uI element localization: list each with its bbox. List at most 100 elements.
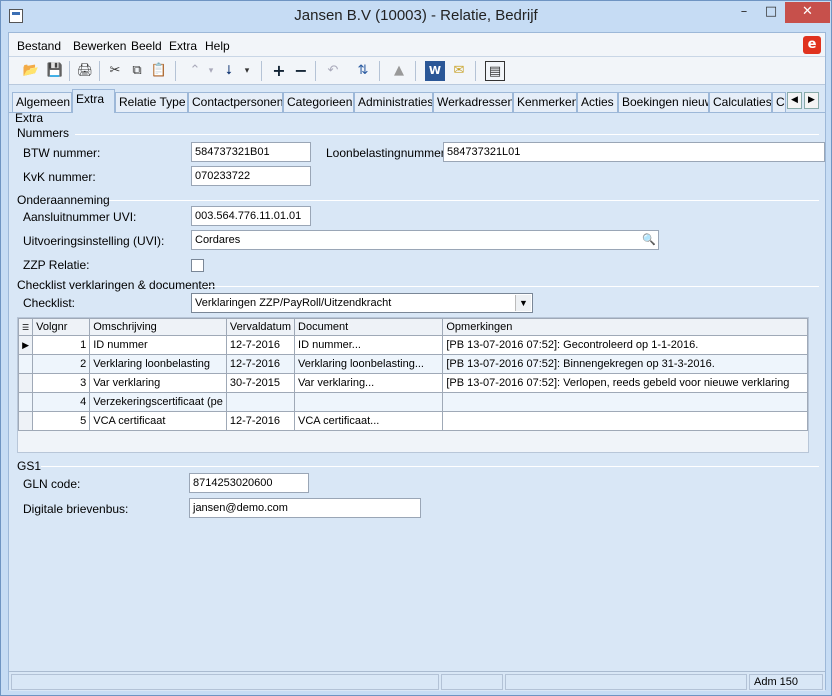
tab-boekingen-nieuw[interactable]: Boekingen nieuw: [618, 92, 709, 112]
uitvoeringsinstelling-label: Uitvoeringsinstelling (UVI):: [23, 234, 165, 248]
menu-help[interactable]: Help: [205, 39, 230, 53]
row-indicator-icon[interactable]: [17, 392, 34, 412]
row-indicator-icon[interactable]: ▶: [17, 335, 34, 355]
tab-scroll-right-icon[interactable]: ▶: [804, 92, 819, 109]
cell-vervaldatum[interactable]: 12-7-2016: [225, 411, 296, 431]
brievenbus-field[interactable]: jansen@demo.com: [189, 498, 421, 518]
cell-document[interactable]: VCA certificaat...: [294, 411, 444, 431]
tab-acties[interactable]: Acties: [577, 92, 618, 112]
btw-label: BTW nummer:: [23, 146, 101, 160]
maximize-button[interactable]: □: [758, 2, 784, 23]
cell-vervaldatum[interactable]: 30-7-2015: [225, 373, 296, 393]
layout-icon[interactable]: ▤: [485, 61, 505, 81]
tab-strip: Algemeen Extra Relatie Type Contactperso…: [9, 89, 825, 113]
previous-dropdown-icon[interactable]: ▾: [201, 61, 221, 81]
row-indicator-icon[interactable]: [17, 411, 34, 431]
undo-icon[interactable]: ↶: [323, 61, 343, 81]
uitvoeringsinstelling-field[interactable]: Cordares 🔍: [191, 230, 659, 250]
cell-volgnr[interactable]: 1: [32, 335, 91, 355]
email-icon[interactable]: ✉: [449, 61, 469, 81]
table-row[interactable]: 3 Var verklaring 30-7-2015 Var verklaring..…: [17, 373, 808, 393]
uvi-field[interactable]: 003.564.776.11.01.01: [191, 206, 311, 226]
cell-document[interactable]: Var verklaring...: [294, 373, 444, 393]
cell-document[interactable]: [294, 392, 444, 412]
tab-kenmerken[interactable]: Kenmerken: [513, 92, 577, 112]
cell-opmerkingen[interactable]: [PB 13-07-2016 07:52]: Verlopen, reeds g…: [442, 373, 808, 393]
column-header[interactable]: Vervaldatum: [225, 318, 296, 336]
tab-scroll-left-icon[interactable]: ◀: [787, 92, 802, 109]
table-row[interactable]: 5 VCA certificaat 12-7-2016 VCA certificaat…: [17, 411, 808, 431]
print-icon[interactable]: 🖨: [75, 61, 95, 81]
cell-opmerkingen[interactable]: [442, 411, 808, 431]
tab-contactpersonen[interactable]: Contactpersonen: [188, 92, 283, 112]
next-dropdown-icon[interactable]: ▾: [237, 61, 257, 81]
btw-field[interactable]: 584737321B01: [191, 142, 311, 162]
column-header[interactable]: Omschrijving: [89, 318, 227, 336]
column-header[interactable]: Volgnr: [32, 318, 91, 336]
checklist-label: Checklist:: [23, 296, 76, 310]
tab-categorieen[interactable]: Categorieen: [283, 92, 354, 112]
tab-relatie-type[interactable]: Relatie Type: [115, 92, 188, 112]
cell-opmerkingen[interactable]: [442, 392, 808, 412]
cell-vervaldatum[interactable]: 12-7-2016: [225, 354, 296, 374]
cell-omschrijving[interactable]: Var verklaring: [89, 373, 227, 393]
table-row[interactable]: ▶ 1 ID nummer 12-7-2016 ID nummer... [PB 13-0…: [17, 335, 808, 355]
cut-icon[interactable]: ✂: [105, 61, 125, 81]
next-icon[interactable]: ⭣: [219, 61, 239, 81]
cell-omschrijving[interactable]: ID nummer: [89, 335, 227, 355]
cell-volgnr[interactable]: 3: [32, 373, 91, 393]
close-button[interactable]: ✕: [785, 2, 830, 23]
search-icon[interactable]: 🔍: [641, 232, 657, 248]
menu-bewerken[interactable]: Bewerken: [73, 39, 126, 53]
tab-overflow[interactable]: C: [772, 92, 786, 112]
status-cell: [505, 674, 747, 690]
cell-omschrijving[interactable]: Verklaring loonbelasting: [89, 354, 227, 374]
tab-werkadressen[interactable]: Werkadressen: [433, 92, 513, 112]
refresh-icon[interactable]: ⇅: [353, 61, 373, 81]
checklist-dropdown[interactable]: Verklaringen ZZP/PayRoll/Uitzendkracht ▼: [191, 293, 533, 313]
tab-administraties[interactable]: Administraties: [354, 92, 433, 112]
cell-opmerkingen[interactable]: [PB 13-07-2016 07:52]: Binnengekregen op…: [442, 354, 808, 374]
minimize-button[interactable]: –: [731, 2, 757, 23]
column-header[interactable]: Opmerkingen: [442, 318, 808, 336]
cell-document[interactable]: ID nummer...: [294, 335, 444, 355]
save-icon[interactable]: 💾: [45, 61, 65, 81]
table-row[interactable]: 2 Verklaring loonbelasting 12-7-2016 Verkla…: [17, 354, 808, 374]
window-title: Jansen B.V (10003) - Relatie, Bedrijf: [294, 7, 538, 24]
cell-omschrijving[interactable]: Verzekeringscertificaat (pe: [89, 392, 227, 412]
row-indicator-icon[interactable]: [17, 373, 34, 393]
gln-field[interactable]: 8714253020600: [189, 473, 309, 493]
remove-icon[interactable]: −: [291, 61, 311, 81]
tab-extra[interactable]: Extra: [72, 89, 115, 113]
tab-algemeen[interactable]: Algemeen: [12, 92, 72, 112]
cell-volgnr[interactable]: 5: [32, 411, 91, 431]
menu-beeld[interactable]: Beeld: [131, 39, 162, 53]
group-divider: [41, 466, 819, 467]
table-row[interactable]: 4 Verzekeringscertificaat (pe: [17, 392, 808, 412]
add-icon[interactable]: +: [269, 61, 289, 81]
cell-vervaldatum[interactable]: 12-7-2016: [225, 335, 296, 355]
loonbelasting-field[interactable]: 584737321L01: [443, 142, 825, 162]
menu-bestand[interactable]: Bestand: [17, 39, 61, 53]
grid-corner-icon[interactable]: ☰: [17, 318, 34, 336]
cell-opmerkingen[interactable]: [PB 13-07-2016 07:52]: Gecontroleerd op …: [442, 335, 808, 355]
zzp-checkbox[interactable]: [191, 259, 204, 272]
cell-vervaldatum[interactable]: [225, 392, 296, 412]
open-folder-icon[interactable]: 📂: [21, 61, 41, 81]
cell-omschrijving[interactable]: VCA certificaat: [89, 411, 227, 431]
group-title-gs1: GS1: [17, 459, 42, 473]
menu-bar: Bestand Bewerken Beeld Extra Help e: [9, 33, 825, 57]
menu-extra[interactable]: Extra: [169, 39, 197, 53]
tab-calculaties[interactable]: Calculaties: [709, 92, 772, 112]
attachment-icon[interactable]: ▲: [389, 61, 409, 81]
chevron-down-icon[interactable]: ▼: [515, 295, 531, 311]
row-indicator-icon[interactable]: [17, 354, 34, 374]
cell-volgnr[interactable]: 4: [32, 392, 91, 412]
word-icon[interactable]: W: [425, 61, 445, 81]
kvk-field[interactable]: 070233722: [191, 166, 311, 186]
cell-document[interactable]: Verklaring loonbelasting...: [294, 354, 444, 374]
copy-icon[interactable]: ⧉: [127, 61, 147, 81]
paste-icon[interactable]: 📋: [149, 61, 169, 81]
column-header[interactable]: Document: [294, 318, 444, 336]
cell-volgnr[interactable]: 2: [32, 354, 91, 374]
